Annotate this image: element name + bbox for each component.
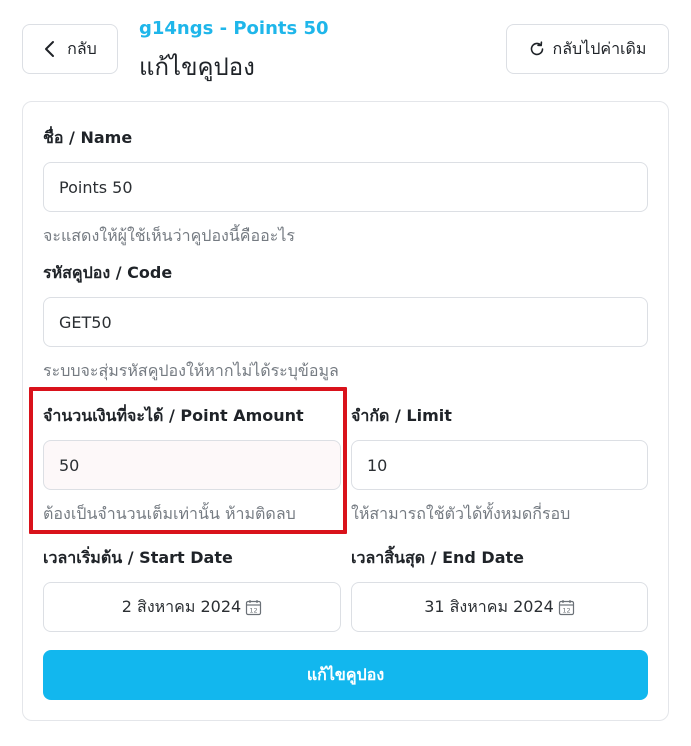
reset-button-label: กลับไปค่าเดิม	[552, 40, 647, 58]
svg-text:12: 12	[562, 606, 570, 614]
end-date-value: 31 สิงหาคม 2024	[424, 596, 554, 616]
code-input[interactable]: GET50	[43, 297, 648, 347]
code-hint: ระบบจะสุ่มรหัสคูปองให้หากไม่ได้ระบุข้อมู…	[43, 361, 339, 380]
edit-coupon-page: กลับ g14ngs - Points 50 แก้ไขคูปอง กลับไ…	[0, 0, 691, 746]
calendar-icon: 12	[558, 599, 574, 615]
start-date-label: เวลาเริ่มต้น / Start Date	[43, 548, 233, 567]
name-input[interactable]: Points 50	[43, 162, 648, 212]
back-button[interactable]: กลับ	[22, 24, 118, 74]
back-button-label: กลับ	[67, 40, 97, 58]
start-date-picker[interactable]: 2 สิงหาคม 2024 12	[43, 582, 341, 632]
submit-button[interactable]: แก้ไขคูปอง	[43, 650, 648, 700]
name-hint: จะแสดงให้ผู้ใช้เห็นว่าคูปองนี้คืออะไร	[43, 226, 295, 245]
calendar-icon: 12	[246, 599, 262, 615]
start-date-value: 2 สิงหาคม 2024	[121, 596, 242, 616]
end-date-picker[interactable]: 31 สิงหาคม 2024 12	[351, 582, 648, 632]
point-amount-hint: ต้องเป็นจำนวนเต็มเท่านั้น ห้ามติดลบ	[43, 504, 296, 523]
point-amount-label: จำนวนเงินที่จะได้ / Point Amount	[43, 406, 304, 425]
chevron-left-icon	[45, 41, 55, 57]
refresh-icon	[530, 41, 543, 56]
code-label: รหัสคูปอง / Code	[43, 263, 173, 282]
end-date-label: เวลาสิ้นสุด / End Date	[351, 548, 525, 567]
limit-input[interactable]: 10	[351, 440, 648, 490]
svg-text:12: 12	[250, 606, 258, 614]
limit-hint: ให้สามารถใช้ตัวได้ทั้งหมดกี่รอบ	[351, 504, 571, 523]
breadcrumb: g14ngs - Points 50	[139, 18, 329, 39]
page-title: แก้ไขคูปอง	[139, 53, 255, 81]
reset-button[interactable]: กลับไปค่าเดิม	[506, 24, 669, 74]
name-label: ชื่อ / Name	[43, 128, 133, 147]
limit-label: จำกัด / Limit	[351, 406, 452, 425]
point-amount-input[interactable]: 50	[43, 440, 341, 490]
